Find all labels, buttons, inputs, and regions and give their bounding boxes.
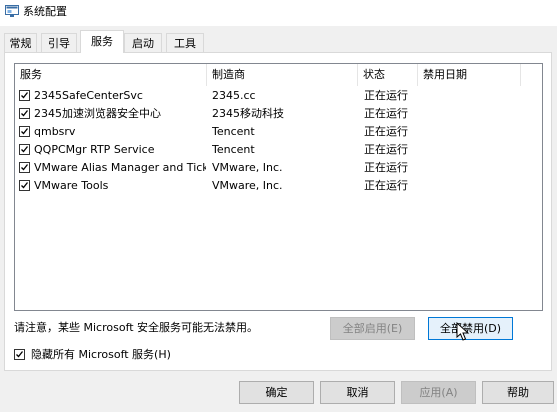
service-name: VMware Alias Manager and Tick... (34, 161, 206, 174)
column-header-status[interactable]: 状态 (358, 64, 418, 86)
mouse-pointer-icon (456, 322, 470, 341)
service-checkbox[interactable] (19, 108, 30, 119)
service-row[interactable]: QQPCMgr RTP Service Tencent 正在运行 (15, 141, 542, 159)
checkmark-icon (21, 128, 29, 135)
service-status: 正在运行 (364, 143, 408, 156)
service-row[interactable]: 2345加速浏览器安全中心 2345移动科技 正在运行 (15, 105, 542, 123)
enable-all-button[interactable]: 全部启用(E) (330, 317, 415, 340)
service-status: 正在运行 (364, 161, 408, 174)
service-row[interactable]: VMware Alias Manager and Tick... VMware,… (15, 159, 542, 177)
help-button[interactable]: 帮助 (482, 381, 554, 404)
service-checkbox[interactable] (19, 162, 30, 173)
checkmark-icon (21, 110, 29, 117)
cancel-button[interactable]: 取消 (320, 381, 395, 404)
column-header-manufacturer[interactable]: 制造商 (207, 64, 358, 86)
service-vendor: VMware, Inc. (212, 161, 283, 174)
service-vendor: Tencent (212, 125, 255, 138)
service-name: QQPCMgr RTP Service (34, 143, 155, 156)
service-vendor: VMware, Inc. (212, 179, 283, 192)
hide-ms-services-label: 隐藏所有 Microsoft 服务(H) (31, 348, 171, 361)
service-status: 正在运行 (364, 179, 408, 192)
tab-tools[interactable]: 工具 (166, 33, 204, 52)
apply-button[interactable]: 应用(A) (401, 381, 476, 404)
checkmark-icon (21, 92, 29, 99)
service-vendor: 2345移动科技 (212, 107, 284, 120)
service-name: 2345SafeCenterSvc (34, 89, 143, 102)
checkmark-icon (21, 182, 29, 189)
column-header-disabled-date[interactable]: 禁用日期 (418, 64, 521, 86)
disable-all-button[interactable]: 全部禁用(D) (428, 317, 513, 340)
service-row[interactable]: VMware Tools VMware, Inc. 正在运行 (15, 177, 542, 195)
hide-ms-services-checkbox[interactable] (14, 349, 25, 360)
service-name: qmbsrv (34, 125, 76, 138)
service-checkbox[interactable] (19, 180, 30, 191)
service-checkbox[interactable] (19, 90, 30, 101)
service-row[interactable]: 2345SafeCenterSvc 2345.cc 正在运行 (15, 87, 542, 105)
system-config-window: 系统配置 常规 引导 服务 启动 工具 服务 制造商 状态 禁用日期 2345S… (0, 0, 557, 412)
checkmark-icon (21, 146, 29, 153)
checkmark-icon (21, 164, 29, 171)
service-status: 正在运行 (364, 125, 408, 138)
ok-button[interactable]: 确定 (239, 381, 314, 404)
title-bar: 系统配置 (0, 0, 557, 26)
service-name: 2345加速浏览器安全中心 (34, 107, 161, 120)
service-status: 正在运行 (364, 89, 408, 102)
tab-startup[interactable]: 启动 (124, 33, 162, 52)
service-name: VMware Tools (34, 179, 109, 192)
tab-services[interactable]: 服务 (80, 30, 124, 53)
service-status: 正在运行 (364, 107, 408, 120)
service-checkbox[interactable] (19, 126, 30, 137)
list-header: 服务 制造商 状态 禁用日期 (15, 64, 542, 86)
msconfig-icon (5, 5, 19, 17)
tab-general[interactable]: 常规 (4, 33, 37, 52)
service-checkbox[interactable] (19, 144, 30, 155)
checkmark-icon (16, 351, 24, 358)
column-header-service[interactable]: 服务 (15, 64, 207, 86)
services-list[interactable]: 服务 制造商 状态 禁用日期 2345SafeCenterSvc 2345.cc… (14, 63, 543, 311)
tab-boot[interactable]: 引导 (41, 33, 77, 52)
service-vendor: Tencent (212, 143, 255, 156)
service-vendor: 2345.cc (212, 89, 256, 102)
microsoft-services-note: 请注意，某些 Microsoft 安全服务可能无法禁用。 (14, 321, 259, 334)
service-row[interactable]: qmbsrv Tencent 正在运行 (15, 123, 542, 141)
window-title: 系统配置 (23, 5, 67, 18)
